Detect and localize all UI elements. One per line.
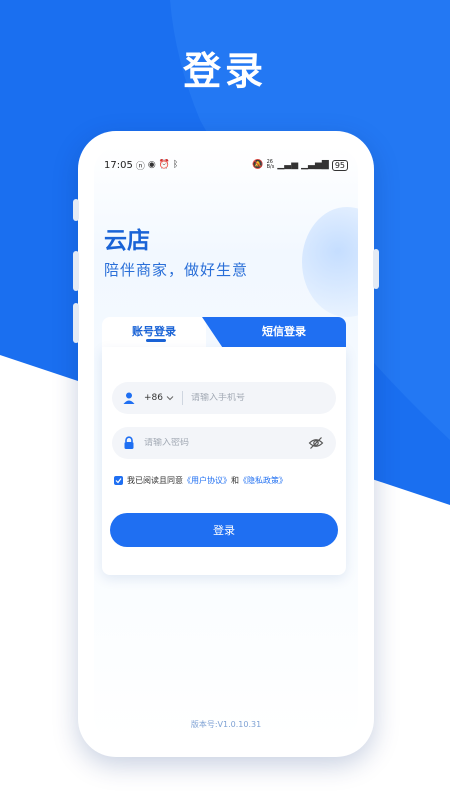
app-screen: 17:05 ⓝ ◉ ⏰ ᛒ 🔕 26 B/s ▁▃▅ ▁▃▅▇ 95 云店 陪伴… bbox=[94, 147, 358, 741]
password-field bbox=[112, 427, 336, 459]
status-bar: 17:05 ⓝ ◉ ⏰ ᛒ 🔕 26 B/s ▁▃▅ ▁▃▅▇ 95 bbox=[104, 157, 348, 173]
tab-account-login[interactable]: 账号登录 bbox=[102, 317, 206, 347]
phone-side-button bbox=[73, 199, 79, 221]
signal-icon: ▁▃▅▇ bbox=[301, 160, 329, 170]
tab-account-login-label: 账号登录 bbox=[132, 325, 176, 338]
network-speed: 26 B/s bbox=[267, 160, 275, 170]
phone-side-button bbox=[73, 303, 79, 343]
eye-icon: ◉ bbox=[147, 160, 156, 170]
network-speed-unit: B/s bbox=[266, 164, 275, 170]
field-divider bbox=[182, 391, 183, 405]
login-form-card: +86 请输入手机号 我已阅读且同意 《用户协议》 和 《隐私政策》 登录 bbox=[102, 347, 346, 575]
battery-indicator: 95 bbox=[331, 159, 348, 171]
signal-icon: ▁▃▅ bbox=[277, 160, 299, 170]
bluetooth-icon: ᛒ bbox=[172, 160, 179, 170]
phone-field: +86 bbox=[112, 382, 336, 414]
version-label: 版本号:V1.0.10.31 bbox=[190, 720, 262, 729]
tab-sms-login-label: 短信登录 bbox=[262, 325, 306, 338]
agreement-and: 和 bbox=[231, 476, 239, 485]
login-tabs: 账号登录 短信登录 bbox=[102, 317, 346, 347]
agreement-row: 我已阅读且同意 《用户协议》 和 《隐私政策》 bbox=[114, 475, 287, 486]
login-button[interactable]: 登录 bbox=[110, 513, 338, 547]
brand-slogan: 陪伴商家，做好生意 bbox=[104, 261, 249, 279]
user-icon bbox=[122, 391, 136, 405]
phone-side-button bbox=[373, 249, 379, 289]
brand-title: 云店 bbox=[104, 228, 150, 254]
agreement-prefix: 我已阅读且同意 bbox=[127, 476, 183, 485]
phone-input[interactable] bbox=[191, 393, 336, 403]
alarm-icon: ⏰ bbox=[158, 160, 170, 170]
lock-icon bbox=[122, 436, 136, 450]
phone-mockup: 17:05 ⓝ ◉ ⏰ ᛒ 🔕 26 B/s ▁▃▅ ▁▃▅▇ 95 云店 陪伴… bbox=[73, 131, 379, 757]
phone-side-button bbox=[73, 251, 79, 291]
chevron-down-icon[interactable] bbox=[166, 394, 174, 402]
tab-active-indicator bbox=[146, 339, 166, 342]
mute-icon: 🔕 bbox=[252, 160, 264, 170]
nfc-icon: ⓝ bbox=[135, 161, 145, 172]
page-title: 登录 bbox=[182, 49, 267, 93]
user-agreement-link[interactable]: 《用户协议》 bbox=[183, 475, 231, 486]
country-code-selector[interactable]: +86 bbox=[144, 393, 163, 403]
privacy-policy-link[interactable]: 《隐私政策》 bbox=[239, 475, 287, 486]
tab-sms-login[interactable]: 短信登录 bbox=[202, 317, 346, 347]
password-input[interactable] bbox=[144, 438, 308, 448]
agreement-checkbox[interactable] bbox=[114, 476, 123, 485]
eye-off-icon[interactable] bbox=[308, 435, 324, 451]
decorative-blob bbox=[302, 207, 358, 317]
status-time: 17:05 bbox=[104, 159, 133, 171]
